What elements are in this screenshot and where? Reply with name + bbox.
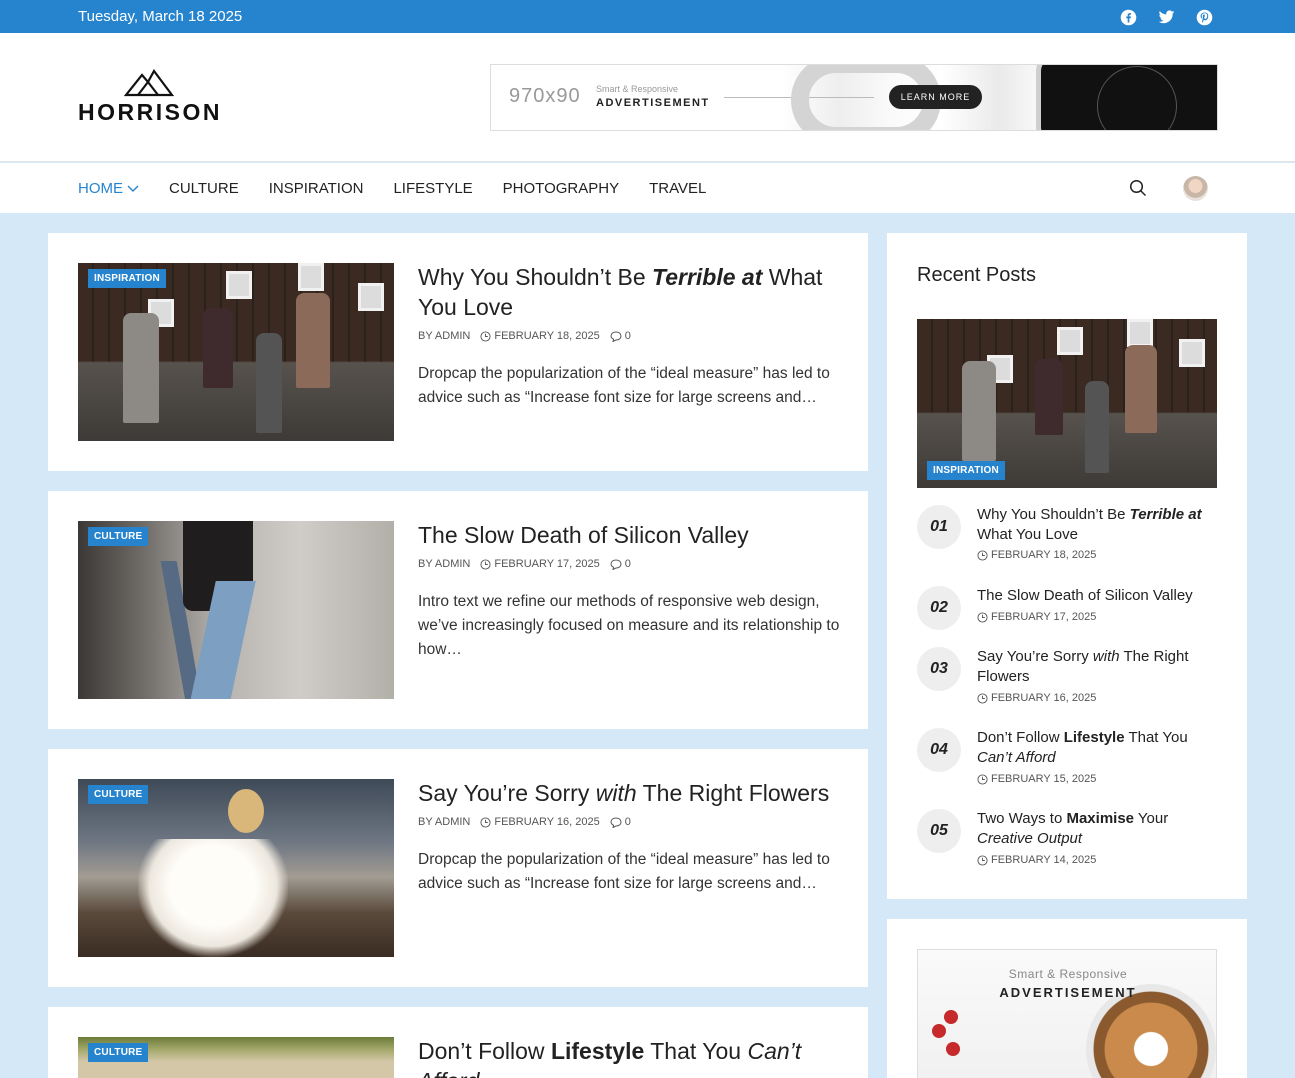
ad-advertisement-label: ADVERTISEMENT	[596, 97, 710, 109]
ad-smart-label: Smart & Responsive	[1008, 967, 1128, 981]
post-excerpt: Dropcap the popularization of the “ideal…	[418, 851, 830, 892]
nav-item-culture[interactable]: CULTURE	[169, 180, 239, 197]
recent-post-title[interactable]: Say You’re Sorry with The Right Flowers	[977, 647, 1217, 687]
post-card: CULTURE Don’t Follow Lifestyle That You …	[48, 1007, 868, 1078]
twitter-icon[interactable]	[1157, 8, 1175, 26]
nav-item-lifestyle[interactable]: LIFESTYLE	[393, 180, 472, 197]
post-author[interactable]: BY ADMIN	[418, 330, 470, 342]
learn-more-button[interactable]: LEARN MORE	[889, 85, 982, 109]
recent-post-number: 02	[917, 586, 961, 630]
top-bar: Tuesday, March 18 2025	[0, 0, 1295, 33]
post-thumbnail[interactable]: CULTURE	[78, 779, 394, 957]
nav-item-inspiration[interactable]: INSPIRATION	[269, 180, 364, 197]
post-title[interactable]: Why You Shouldn’t Be Terrible at What Yo…	[418, 262, 848, 322]
nav-item-photography[interactable]: PHOTOGRAPHY	[503, 180, 619, 197]
user-avatar[interactable]	[1183, 176, 1208, 201]
post-date[interactable]: FEBRUARY 16, 2025	[480, 816, 600, 828]
post-comments[interactable]: 0	[610, 816, 631, 828]
category-badge[interactable]: CULTURE	[88, 527, 149, 546]
category-badge[interactable]: INSPIRATION	[88, 269, 166, 288]
nav-item-travel[interactable]: TRAVEL	[649, 180, 706, 197]
recent-posts-widget: Recent Posts INSPIRATION 01 Why You Shou…	[887, 233, 1247, 899]
post-thumbnail[interactable]: CULTURE	[78, 521, 394, 699]
post-meta: BY ADMIN FEBRUARY 18, 2025 0	[418, 330, 631, 342]
site-logo[interactable]: HORRISON	[78, 67, 228, 126]
post-image-fashion-group	[78, 263, 394, 441]
comment-icon	[610, 558, 622, 570]
clock-icon	[977, 773, 988, 785]
post-image-street-legs	[78, 521, 394, 699]
recent-post-date: FEBRUARY 18, 2025	[977, 549, 1096, 561]
social-links	[1119, 8, 1213, 26]
ad-watch-image	[1036, 65, 1217, 130]
recent-post-date: FEBRUARY 14, 2025	[977, 854, 1096, 866]
post-excerpt: Dropcap the popularization of the “ideal…	[418, 365, 830, 406]
post-meta: BY ADMIN FEBRUARY 16, 2025 0	[418, 816, 631, 828]
chevron-down-icon	[127, 185, 139, 193]
post-card: CULTURE The Slow Death of Silicon Valley…	[48, 491, 868, 729]
recent-post-number: 04	[917, 728, 961, 772]
recent-post-title[interactable]: Why You Shouldn’t Be Terrible at What Yo…	[977, 505, 1217, 545]
category-badge[interactable]: INSPIRATION	[927, 461, 1005, 480]
recent-post-number: 05	[917, 809, 961, 853]
header-ad-banner[interactable]: 970x90 Smart & Responsive ADVERTISEMENT …	[490, 64, 1218, 131]
post-author[interactable]: BY ADMIN	[418, 558, 470, 570]
post-comments[interactable]: 0	[610, 558, 631, 570]
comment-icon	[610, 816, 622, 828]
post-comments[interactable]: 0	[610, 330, 631, 342]
clock-icon	[977, 692, 988, 704]
post-thumbnail[interactable]: INSPIRATION	[78, 263, 394, 441]
pinterest-icon[interactable]	[1195, 8, 1213, 26]
post-author[interactable]: BY ADMIN	[418, 816, 470, 828]
recent-post-date: FEBRUARY 17, 2025	[977, 611, 1096, 623]
post-title[interactable]: Don’t Follow Lifestyle That You Can’t Af…	[418, 1036, 848, 1078]
nav-item-home[interactable]: HOME	[78, 180, 139, 197]
logo-text: HORRISON	[78, 99, 222, 125]
site-header: HORRISON 970x90 Smart & Responsive ADVER…	[0, 33, 1295, 162]
recent-post-number: 03	[917, 647, 961, 691]
clock-icon	[480, 330, 491, 342]
post-excerpt: Intro text we refine our methods of resp…	[418, 593, 840, 658]
category-badge[interactable]: CULTURE	[88, 1043, 149, 1062]
recent-post-date: FEBRUARY 16, 2025	[977, 692, 1096, 704]
mountain-logo-icon	[124, 68, 174, 97]
facebook-icon[interactable]	[1119, 8, 1137, 26]
recent-post-number: 01	[917, 505, 961, 549]
main-nav: HOME CULTURE INSPIRATION LIFESTYLE PHOTO…	[0, 163, 1295, 213]
post-title[interactable]: The Slow Death of Silicon Valley	[418, 520, 848, 550]
post-title[interactable]: Say You’re Sorry with The Right Flowers	[418, 778, 848, 808]
recent-post-date: FEBRUARY 15, 2025	[977, 773, 1096, 785]
category-badge[interactable]: CULTURE	[88, 785, 149, 804]
ad-size-label: 970x90	[509, 85, 581, 107]
post-date[interactable]: FEBRUARY 17, 2025	[480, 558, 600, 570]
comment-icon	[610, 330, 622, 342]
recent-featured-thumbnail[interactable]: INSPIRATION	[917, 319, 1217, 488]
recent-post-title[interactable]: Don’t Follow Lifestyle That You Can’t Af…	[977, 728, 1217, 768]
clock-icon	[480, 816, 491, 828]
post-meta: BY ADMIN FEBRUARY 17, 2025 0	[418, 558, 631, 570]
clock-icon	[977, 854, 988, 866]
post-image-bride	[78, 779, 394, 957]
clock-icon	[977, 611, 988, 623]
sidebar-ad-banner[interactable]: Smart & Responsive ADVERTISEMENT	[917, 949, 1217, 1078]
post-card: CULTURE Say You’re Sorry with The Right …	[48, 749, 868, 987]
post-date[interactable]: FEBRUARY 18, 2025	[480, 330, 600, 342]
ad-smart-label: Smart & Responsive	[596, 84, 679, 94]
widget-title: Recent Posts	[917, 264, 1036, 286]
clock-icon	[977, 549, 988, 561]
ad-advertisement-label: ADVERTISEMENT	[999, 985, 1137, 1000]
current-date: Tuesday, March 18 2025	[78, 8, 243, 25]
recent-post-title[interactable]: The Slow Death of Silicon Valley	[977, 586, 1217, 606]
recent-post-title[interactable]: Two Ways to Maximise Your Creative Outpu…	[977, 809, 1217, 849]
sidebar-ad-widget: Smart & Responsive ADVERTISEMENT	[887, 919, 1247, 1078]
search-icon[interactable]	[1129, 179, 1147, 202]
clock-icon	[480, 558, 491, 570]
post-card: INSPIRATION Why You Shouldn’t Be Terribl…	[48, 233, 868, 471]
post-thumbnail[interactable]: CULTURE	[78, 1037, 394, 1078]
